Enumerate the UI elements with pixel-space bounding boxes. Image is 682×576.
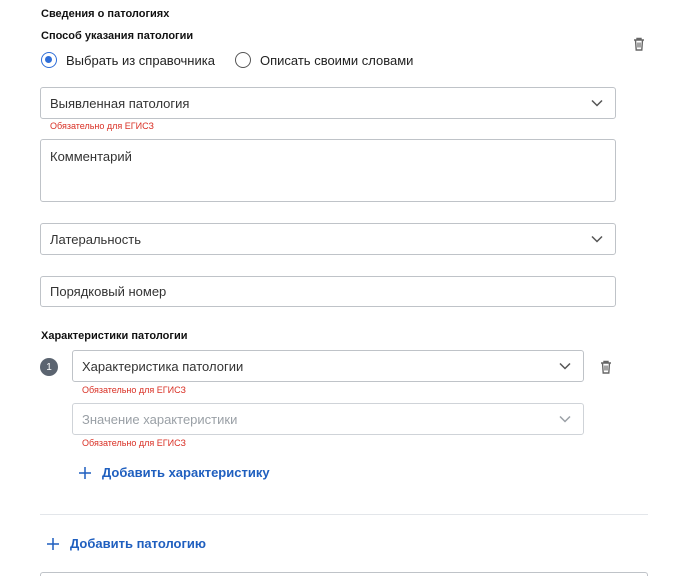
characteristic-placeholder: Характеристика патологии bbox=[82, 358, 244, 374]
characteristic-error: Обязательно для ЕГИСЗ bbox=[82, 385, 186, 395]
characteristic-value-error: Обязательно для ЕГИСЗ bbox=[82, 438, 186, 448]
laterality-placeholder: Латеральность bbox=[50, 231, 141, 247]
characteristics-title: Характеристики патологии bbox=[41, 330, 188, 342]
add-pathology-button[interactable]: Добавить патологию bbox=[46, 536, 206, 551]
plus-icon bbox=[79, 466, 91, 479]
characteristic-select[interactable]: Характеристика патологии bbox=[72, 350, 584, 382]
radio-option-own-words-label: Описать своими словами bbox=[260, 52, 414, 68]
delete-characteristic-trash-icon[interactable] bbox=[597, 358, 615, 376]
order-number-input[interactable]: Порядковый номер bbox=[40, 276, 616, 307]
characteristic-value-select[interactable]: Значение характеристики bbox=[72, 403, 584, 435]
pathology-select[interactable]: Выявленная патология bbox=[40, 87, 616, 119]
delete-pathology-trash-icon[interactable] bbox=[630, 35, 648, 53]
plus-icon bbox=[47, 537, 59, 550]
pathology-select-placeholder: Выявленная патология bbox=[50, 95, 190, 111]
pathology-error: Обязательно для ЕГИСЗ bbox=[50, 121, 154, 131]
method-label: Способ указания патологии bbox=[41, 30, 194, 42]
add-characteristic-button[interactable]: Добавить характеристику bbox=[78, 465, 270, 480]
characteristic-index-badge: 1 bbox=[40, 358, 58, 376]
section-title: Сведения о патологиях bbox=[41, 8, 170, 20]
radio-checked-icon[interactable] bbox=[41, 52, 57, 68]
radio-unchecked-icon[interactable] bbox=[235, 52, 251, 68]
section-divider bbox=[40, 514, 648, 515]
radio-option-own-words[interactable]: Описать своими словами bbox=[235, 52, 413, 68]
radio-option-directory-label: Выбрать из справочника bbox=[66, 52, 215, 68]
comment-textarea[interactable]: Комментарий bbox=[40, 139, 616, 202]
laterality-select[interactable]: Латеральность bbox=[40, 223, 616, 255]
add-pathology-label: Добавить патологию bbox=[70, 536, 207, 551]
add-characteristic-label: Добавить характеристику bbox=[102, 465, 270, 480]
characteristic-value-placeholder: Значение характеристики bbox=[82, 411, 238, 427]
next-field-partial bbox=[40, 572, 648, 576]
order-number-placeholder: Порядковый номер bbox=[50, 284, 167, 299]
chevron-down-icon bbox=[559, 362, 571, 370]
radio-option-directory[interactable]: Выбрать из справочника bbox=[41, 52, 215, 68]
chevron-down-icon bbox=[559, 415, 571, 423]
comment-placeholder: Комментарий bbox=[50, 149, 132, 164]
chevron-down-icon bbox=[591, 235, 603, 243]
chevron-down-icon bbox=[591, 99, 603, 107]
